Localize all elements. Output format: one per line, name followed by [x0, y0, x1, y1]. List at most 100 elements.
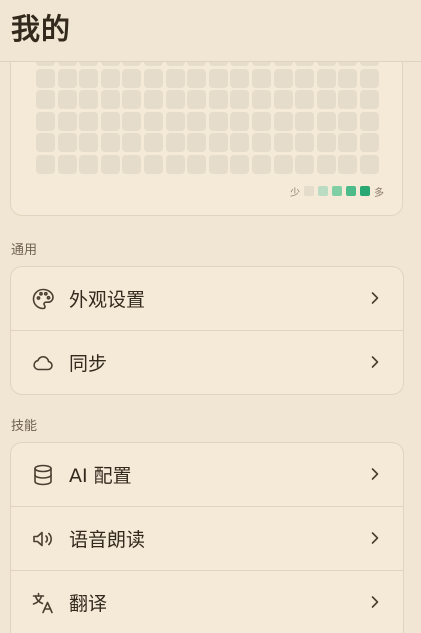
heatmap-cell: [165, 133, 185, 152]
page-title: 我的: [11, 12, 72, 46]
heatmap-cell: [338, 90, 358, 109]
heatmap-cell: [57, 68, 77, 88]
heatmap-cell: [295, 90, 315, 109]
heatmap-cell: [230, 111, 250, 131]
heatmap-cell: [79, 68, 99, 88]
heatmap-cell: [79, 111, 99, 131]
legend-swatch-0: [304, 186, 314, 196]
heatmap-cell: [208, 154, 228, 174]
heatmap-cell: [144, 133, 163, 152]
heatmap-cell: [165, 90, 185, 109]
heatmap-cell: [187, 68, 207, 88]
heatmap-cell: [360, 111, 379, 131]
voice-reading-label: 语音朗读: [69, 529, 146, 551]
heatmap-cell: [273, 111, 293, 131]
heatmap-cell: [79, 133, 99, 152]
heatmap-cell: [208, 90, 228, 109]
heatmap-cell: [57, 133, 77, 152]
heatmap-cell: [360, 154, 379, 174]
section-label-skills: 技能: [11, 419, 38, 434]
heatmap-cell: [295, 133, 315, 152]
heatmap-cell: [122, 154, 142, 174]
heatmap-cell: [144, 111, 163, 131]
cloud-icon: [31, 351, 55, 375]
translate-row[interactable]: 翻译: [11, 571, 403, 633]
chevron-right-icon: [371, 596, 379, 608]
section-label-general: 通用: [11, 243, 38, 258]
heatmap-cell: [144, 154, 163, 174]
heatmap-cell: [122, 111, 142, 131]
heatmap-cell: [273, 90, 293, 109]
heatmap-cell: [360, 133, 379, 152]
sync-row[interactable]: 同步: [11, 331, 403, 394]
heatmap-cell: [273, 68, 293, 88]
heatmap-cell: [100, 133, 120, 152]
heatmap-cell: [230, 68, 250, 88]
ai-config-label: AI 配置: [69, 465, 132, 487]
heatmap-cell: [208, 133, 228, 152]
translate-icon: [31, 591, 55, 615]
heatmap-cell: [57, 90, 77, 109]
profile-page: 我的 少 多 通用 外观设置 同步 技能 AI 配置 语音朗读 翻译: [0, 0, 421, 633]
chevron-right-icon: [371, 468, 379, 480]
heatmap-legend: 少 多: [290, 184, 384, 199]
ai-config-row[interactable]: AI 配置: [11, 443, 403, 507]
heatmap-cell: [100, 111, 120, 131]
legend-less-label: 少: [290, 187, 300, 199]
heatmap-cell: [360, 90, 379, 109]
heatmap-cell: [338, 133, 358, 152]
heatmap-cell: [208, 111, 228, 131]
heatmap-cell: [100, 68, 120, 88]
speaker-icon: [31, 527, 55, 551]
header: 我的: [0, 0, 421, 62]
heatmap-cell: [252, 133, 271, 152]
legend-swatch-1: [318, 186, 328, 196]
voice-reading-row[interactable]: 语音朗读: [11, 507, 403, 571]
heatmap-cell: [57, 154, 77, 174]
heatmap-cell: [316, 111, 336, 131]
appearance-settings-row[interactable]: 外观设置: [11, 267, 403, 331]
heatmap-cell: [252, 154, 271, 174]
heatmap-cell: [316, 68, 336, 88]
heatmap-cell: [100, 90, 120, 109]
heatmap-cell: [252, 68, 271, 88]
heatmap-cell: [79, 90, 99, 109]
heatmap-cell: [187, 90, 207, 109]
heatmap-cell: [273, 154, 293, 174]
heatmap-cell: [273, 133, 293, 152]
heatmap-cell: [36, 111, 55, 131]
heatmap-cell: [36, 68, 55, 88]
chevron-right-icon: [371, 356, 379, 368]
chevron-right-icon: [371, 532, 379, 544]
legend-swatch-2: [332, 186, 342, 196]
heatmap-cell: [252, 90, 271, 109]
heatmap-cell: [230, 90, 250, 109]
heatmap-cell: [36, 90, 55, 109]
heatmap-cell: [360, 68, 379, 88]
palette-icon: [31, 287, 55, 311]
heatmap-cell: [122, 133, 142, 152]
heatmap-cell: [230, 154, 250, 174]
heatmap-cell: [187, 154, 207, 174]
heatmap-cell: [338, 111, 358, 131]
heatmap-cell: [165, 154, 185, 174]
heatmap-cell: [122, 68, 142, 88]
heatmap-cell: [295, 111, 315, 131]
legend-swatch-3: [346, 186, 356, 196]
heatmap-cell: [36, 133, 55, 152]
general-settings-group: 外观设置 同步: [10, 266, 404, 395]
heatmap-cell: [36, 154, 55, 174]
heatmap-cell: [144, 90, 163, 109]
heatmap-cell: [230, 133, 250, 152]
heatmap-cell: [187, 133, 207, 152]
heatmap-cell: [338, 68, 358, 88]
skills-group: AI 配置 语音朗读 翻译: [10, 442, 404, 633]
heatmap-cell: [316, 90, 336, 109]
heatmap-cell: [252, 111, 271, 131]
heatmap-cell: [187, 111, 207, 131]
heatmap-cell: [79, 154, 99, 174]
heatmap-cell: [208, 68, 228, 88]
legend-more-label: 多: [374, 187, 384, 199]
heatmap-cell: [165, 68, 185, 88]
sync-label: 同步: [69, 353, 108, 375]
